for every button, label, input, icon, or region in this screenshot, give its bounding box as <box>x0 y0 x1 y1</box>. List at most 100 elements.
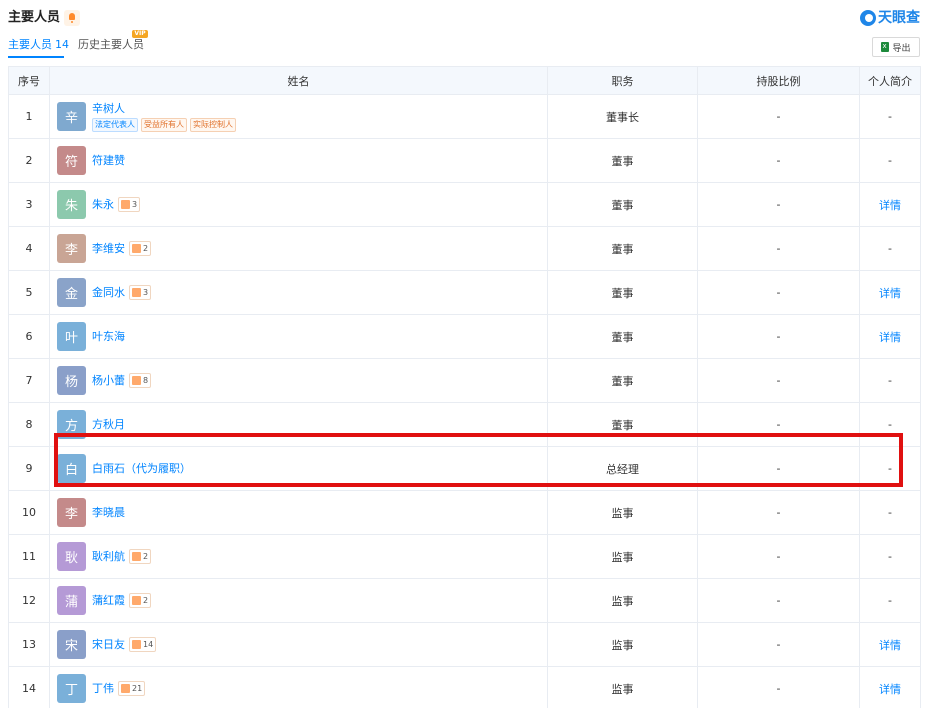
cell-name: 金金同水 3 <box>49 270 548 315</box>
cell-name: 李李晓晨 <box>49 490 548 535</box>
role-tag[interactable]: 受益所有人 <box>141 117 187 132</box>
person-name-link[interactable]: 叶东海 <box>92 330 125 344</box>
person-name-link[interactable]: 白雨石（代为履职） <box>92 462 191 476</box>
cell-bio: - <box>859 226 921 271</box>
related-companies-badge[interactable]: 2 <box>129 549 152 564</box>
relation-icon <box>121 200 130 209</box>
brand-name: 天眼查 <box>878 10 920 26</box>
cell-bio: 详情 <box>859 270 921 315</box>
cell-bio: - <box>859 490 921 535</box>
tab-main-personnel[interactable]: 主要人员 14 <box>8 36 69 54</box>
avatar[interactable]: 宋 <box>57 630 86 659</box>
related-companies-badge[interactable]: 14 <box>129 637 157 652</box>
person-name-link[interactable]: 朱永 <box>92 198 114 212</box>
cell-role: 董事 <box>547 138 698 183</box>
cell-seq: 4 <box>8 226 50 271</box>
related-count: 21 <box>132 684 143 693</box>
table-row: 13 宋宋日友 14 监事 - 详情 <box>8 622 921 667</box>
bio-value: - <box>888 418 892 431</box>
brand-icon <box>860 10 876 26</box>
related-count: 2 <box>143 552 149 561</box>
bio-detail-link[interactable]: 详情 <box>879 199 901 212</box>
related-companies-badge[interactable]: 3 <box>129 285 152 300</box>
export-button[interactable]: 导出 <box>872 37 920 57</box>
cell-role: 董事 <box>547 226 698 271</box>
bio-detail-link[interactable]: 详情 <box>879 683 901 696</box>
person-name-link[interactable]: 丁伟 <box>92 682 114 696</box>
related-count: 2 <box>143 596 149 605</box>
cell-bio: 详情 <box>859 622 921 667</box>
person-name-link[interactable]: 李晓晨 <box>92 506 125 520</box>
related-companies-badge[interactable]: 8 <box>129 373 152 388</box>
cell-role: 总经理 <box>547 446 698 491</box>
cell-bio: 详情 <box>859 182 921 227</box>
cell-name: 蒲蒲红霞 2 <box>49 578 548 623</box>
cell-role: 董事 <box>547 314 698 359</box>
cell-share: - <box>697 358 860 403</box>
avatar[interactable]: 李 <box>57 234 86 263</box>
avatar[interactable]: 李 <box>57 498 86 527</box>
table-row: 1 辛辛树人 法定代表人 受益所有人 实际控制人 董事长 - - <box>8 94 921 139</box>
cell-share: - <box>697 534 860 579</box>
cell-bio: - <box>859 446 921 491</box>
cell-seq: 5 <box>8 270 50 315</box>
relation-icon <box>132 244 141 253</box>
cell-seq: 3 <box>8 182 50 227</box>
person-name-link[interactable]: 耿利航 <box>92 550 125 564</box>
cell-bio: - <box>859 94 921 139</box>
cell-share: - <box>697 314 860 359</box>
cell-role: 监事 <box>547 622 698 667</box>
cell-seq: 8 <box>8 402 50 447</box>
cell-seq: 14 <box>8 666 50 708</box>
cell-share: - <box>697 138 860 183</box>
related-companies-badge[interactable]: 3 <box>118 197 141 212</box>
column-header-name: 姓名 <box>49 66 548 95</box>
bio-detail-link[interactable]: 详情 <box>879 639 901 652</box>
bio-value: - <box>888 594 892 607</box>
table-row: 14 丁丁伟 21 监事 - 详情 <box>8 666 921 708</box>
avatar[interactable]: 朱 <box>57 190 86 219</box>
relation-icon <box>121 684 130 693</box>
related-companies-badge[interactable]: 21 <box>118 681 146 696</box>
avatar[interactable]: 符 <box>57 146 86 175</box>
table-header-row: 序号 姓名 职务 持股比例 个人简介 <box>8 66 921 95</box>
person-name-link[interactable]: 李维安 <box>92 242 125 256</box>
relation-icon <box>132 288 141 297</box>
cell-bio: - <box>859 358 921 403</box>
avatar[interactable]: 杨 <box>57 366 86 395</box>
role-tag[interactable]: 法定代表人 <box>92 117 138 132</box>
bell-icon[interactable] <box>64 10 80 26</box>
avatar[interactable]: 蒲 <box>57 586 86 615</box>
cell-role: 监事 <box>547 578 698 623</box>
related-companies-badge[interactable]: 2 <box>129 241 152 256</box>
person-name-link[interactable]: 辛树人 <box>92 102 125 116</box>
related-companies-badge[interactable]: 2 <box>129 593 152 608</box>
table-row: 8 方方秋月 董事 - - <box>8 402 921 447</box>
bio-detail-link[interactable]: 详情 <box>879 331 901 344</box>
column-header-seq: 序号 <box>8 66 50 95</box>
relation-icon <box>132 640 141 649</box>
cell-role: 监事 <box>547 666 698 708</box>
cell-role: 董事 <box>547 182 698 227</box>
cell-seq: 1 <box>8 94 50 139</box>
person-name-link[interactable]: 蒲红霞 <box>92 594 125 608</box>
tab-main-count: 14 <box>55 38 69 51</box>
avatar[interactable]: 白 <box>57 454 86 483</box>
tab-history-personnel[interactable]: 历史主要人员 <box>78 36 144 54</box>
avatar[interactable]: 耿 <box>57 542 86 571</box>
avatar[interactable]: 金 <box>57 278 86 307</box>
person-name-link[interactable]: 方秋月 <box>92 418 125 432</box>
avatar[interactable]: 方 <box>57 410 86 439</box>
avatar[interactable]: 叶 <box>57 322 86 351</box>
avatar[interactable]: 丁 <box>57 674 86 703</box>
role-tag[interactable]: 实际控制人 <box>190 117 236 132</box>
cell-name: 方方秋月 <box>49 402 548 447</box>
person-name-link[interactable]: 符建赞 <box>92 154 125 168</box>
person-name-link[interactable]: 杨小蕾 <box>92 374 125 388</box>
person-name-link[interactable]: 金同水 <box>92 286 125 300</box>
bio-detail-link[interactable]: 详情 <box>879 287 901 300</box>
avatar[interactable]: 辛 <box>57 102 86 131</box>
person-name-link[interactable]: 宋日友 <box>92 638 125 652</box>
cell-seq: 12 <box>8 578 50 623</box>
bio-value: - <box>888 110 892 123</box>
